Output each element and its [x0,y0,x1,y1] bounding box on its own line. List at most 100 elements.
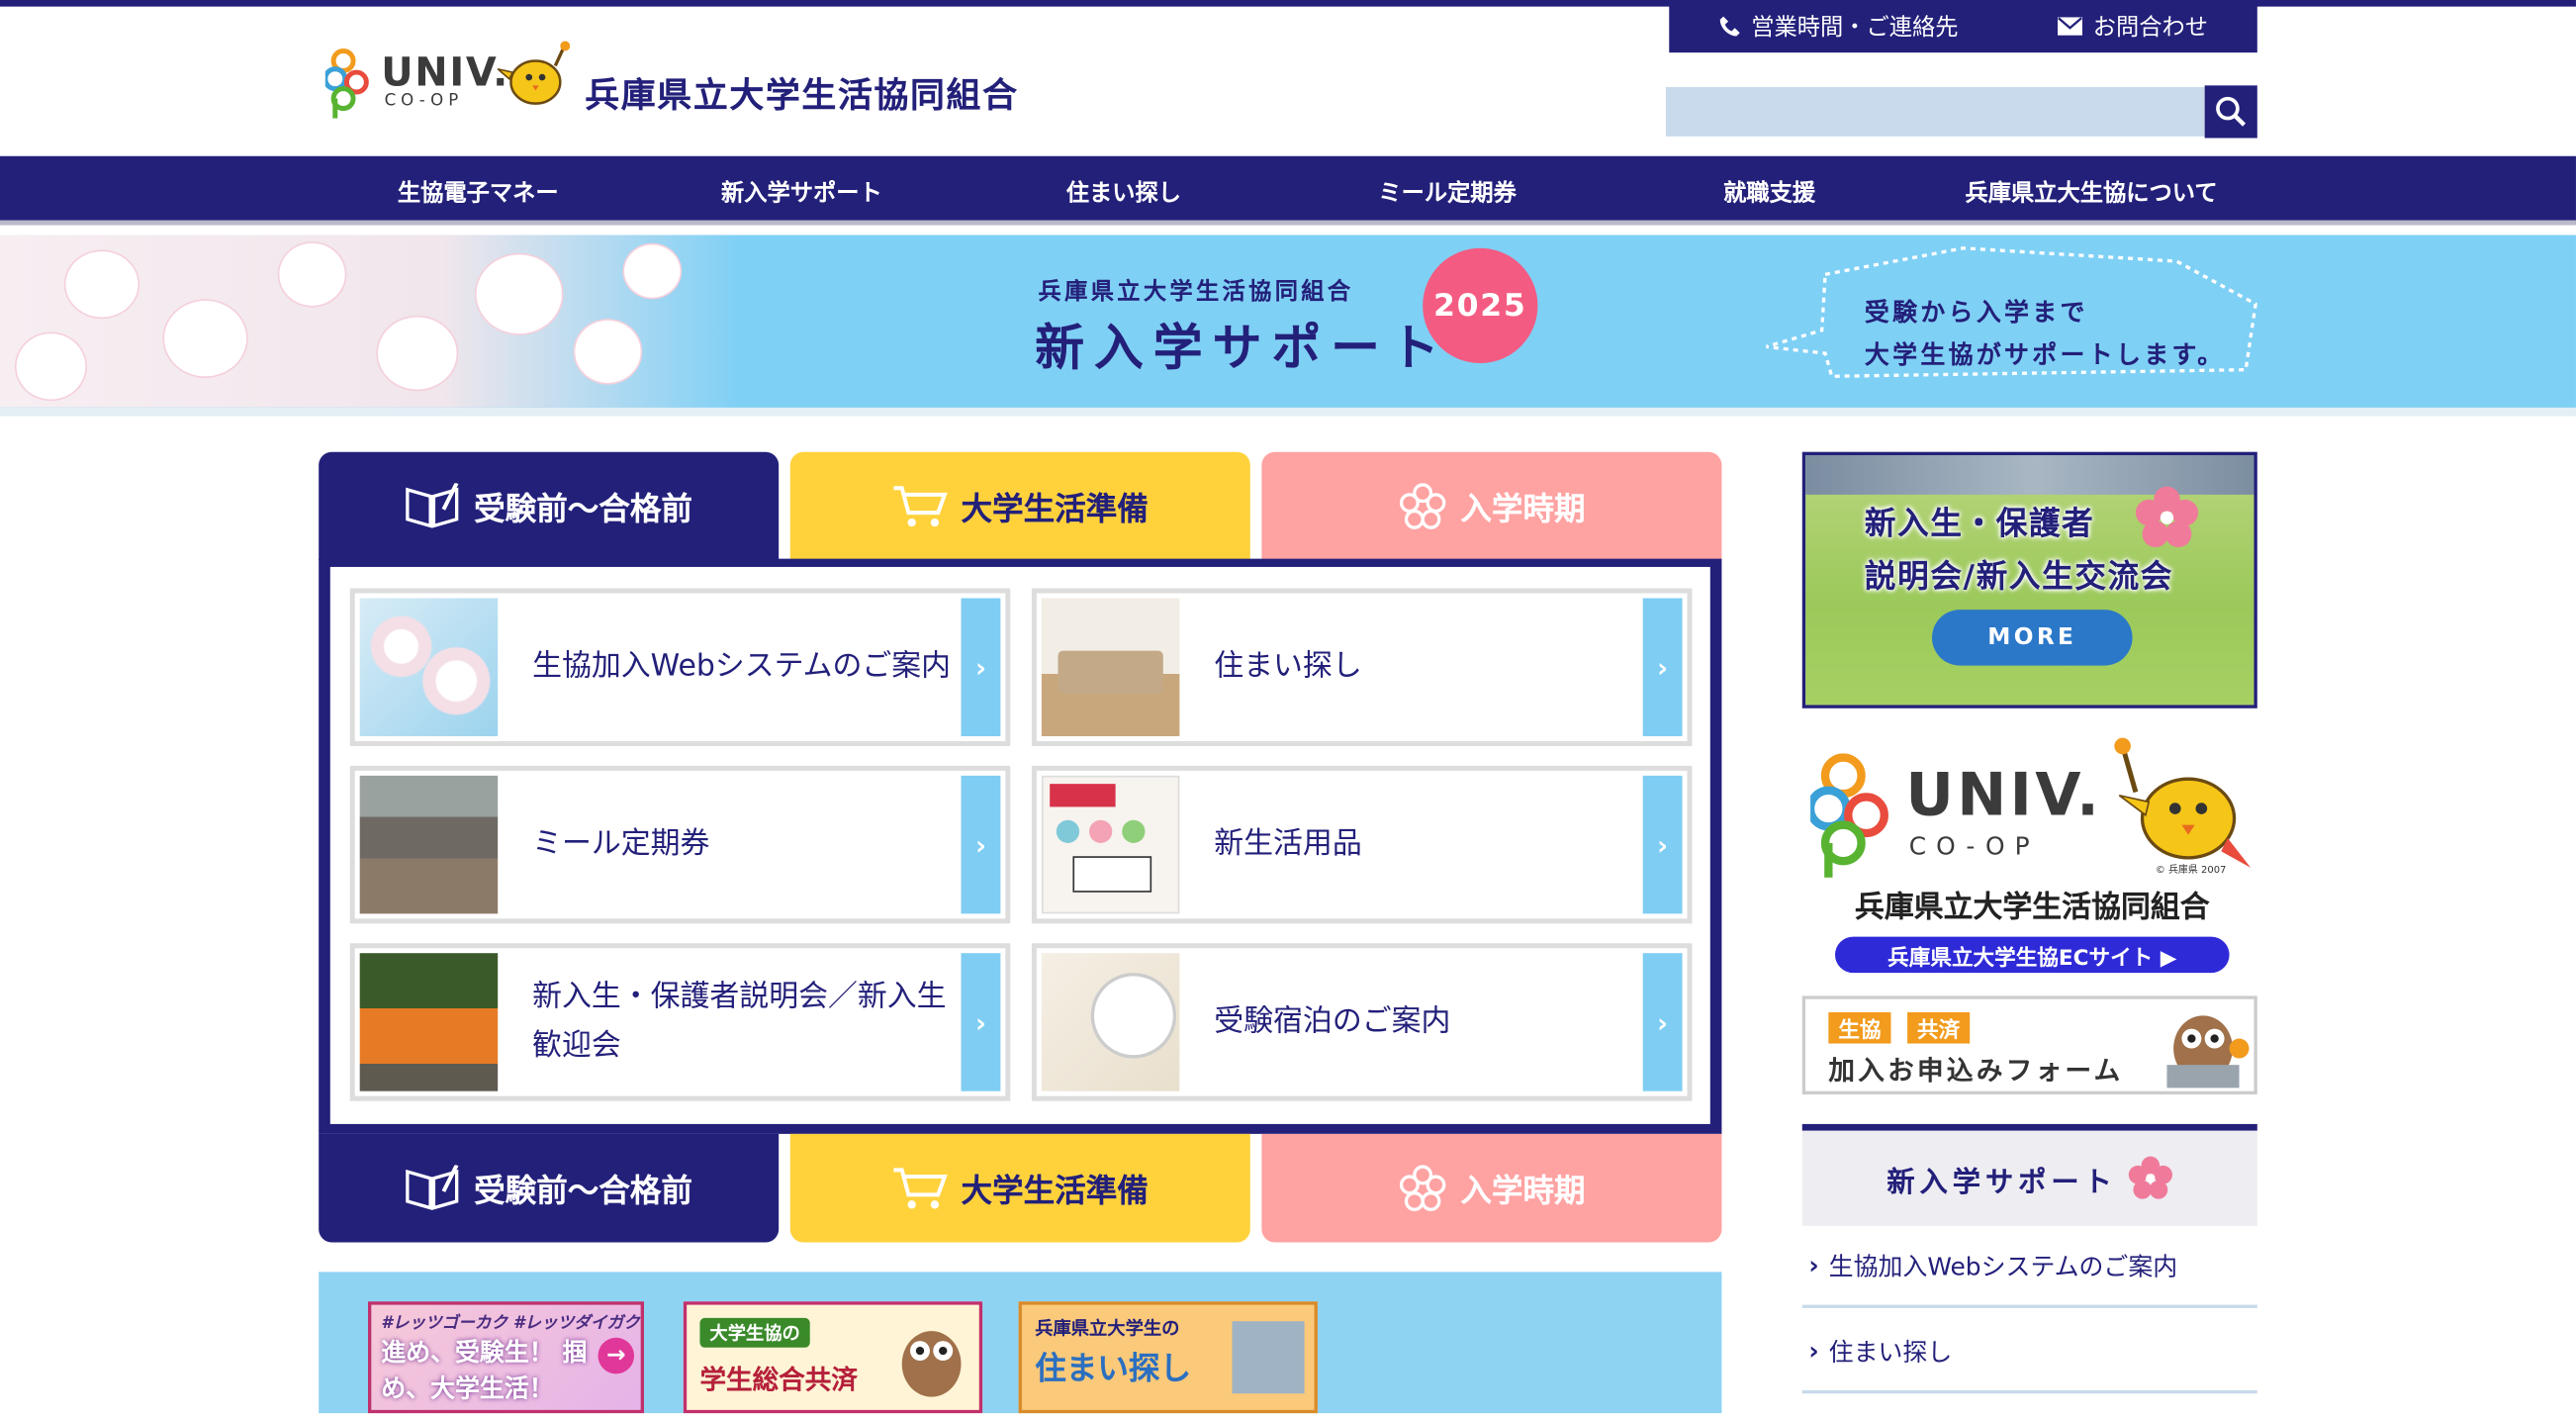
event-line-1: 新入生・保護者 [1864,506,2095,543]
card-label: 受験宿泊のご案内 [1214,1003,1451,1039]
nav-item-meal-pass[interactable]: ミール定期券 [1378,176,1516,209]
mail-icon [2058,17,2082,36]
banner-housing-main: 住まい探し [1035,1351,1192,1387]
event-more-button[interactable]: MORE [1931,610,2133,666]
card-thumb-alarm-clock [1041,953,1180,1091]
business-hours-label: 営業時間・ご連絡先 [1751,14,1959,42]
chevron-right-icon: › [961,953,1001,1091]
shopping-cart-icon [893,1168,948,1209]
category-tabs-bottom: 受験前～合格前 大学生活準備 入学時期 [319,1133,1722,1243]
sidebar-ec-site-banner[interactable]: UNIV. CO-OP © 兵庫県 2007 兵庫県立大学生活協同組合 兵庫県立… [1807,736,2257,976]
card-label: 新生活用品 [1214,826,1362,862]
chevron-right-icon: › [961,598,1001,736]
tab-college-prep-bottom[interactable]: 大学生活準備 [789,1133,1250,1243]
tab-enrollment-label: 入学時期 [1460,490,1586,527]
sakura-icon [2127,1156,2172,1199]
event-line-2: 説明会/新入生交流会 [1864,558,2174,596]
tab-before-exam-bottom[interactable]: 受験前～合格前 [319,1133,780,1243]
banner-mutual-aid[interactable]: 大学生協の 学生総合共済 [683,1301,983,1414]
card-label: 新入生・保護者説明会／新入生歓迎会 [532,979,947,1064]
tab-enrollment-bottom[interactable]: 入学時期 [1261,1133,1722,1243]
hero-banner: 兵庫県立大学生活協同組合 新入学サポート 2025 受験から入学まで 大学生協が… [0,235,2576,417]
card-housing[interactable]: 住まい探し › [1031,588,1693,746]
sidebar-link-label: 住まい探し [1828,1336,1953,1367]
card-new-life-goods[interactable]: 新生活用品 › [1031,765,1693,924]
tab-enrollment-label: 入学時期 [1460,1172,1586,1209]
card-orientation[interactable]: 新入生・保護者説明会／新入生歓迎会 › [349,943,1011,1101]
ec-site-button[interactable]: 兵庫県立大学生協ECサイト ▶ [1835,936,2230,974]
ec-coop-text: CO-OP [1908,831,2040,862]
banner-exam-cheer[interactable]: #レッツゴーカク #レッツダイガク 進め、受験生！ 掴め、大学生活！ → [367,1301,644,1414]
tab-before-exam-label: 受験前～合格前 [474,1172,692,1209]
event-banner-text: 新入生・保護者 説明会/新入生交流会 [1865,498,2173,603]
card-thumb-cherry [359,598,499,736]
ec-copyright: © 兵庫県 2007 [2155,864,2227,877]
tab-college-prep-label: 大学生活準備 [961,1172,1149,1209]
hero-bubble-text: 受験から入学まで 大学生協がサポートします。 [1865,291,2226,376]
banner-exam-cheer-top: #レッツゴーカク #レッツダイガク [381,1314,640,1333]
tab-before-exam[interactable]: 受験前～合格前 [319,451,780,561]
card-thumb-cafeteria [359,775,499,914]
contact-link[interactable]: お問合わせ [2057,10,2208,43]
site-logo[interactable]: UNIV. CO-OP 兵庫県立大学生活協同組合 [324,37,1114,126]
tab-content-panel: 生協加入Webシステムのご案内 › 住まい探し › ミール定期券 › 新生活用品… [319,558,1722,1134]
search-button[interactable] [2204,85,2257,139]
card-exam-lodging[interactable]: 受験宿泊のご案内 › [1031,943,1693,1101]
chevron-right-icon: › [961,775,1001,914]
join-form-label: 加入お申込みフォーム [1828,1055,2124,1087]
sidebar-event-banner[interactable]: 新入生・保護者 説明会/新入生交流会 MORE [1801,451,2257,709]
tab-enrollment[interactable]: 入学時期 [1261,451,1722,561]
coop-rings-icon [1810,753,1888,878]
card-meal-pass[interactable]: ミール定期券 › [349,765,1011,924]
banner-mutual-aid-top: 大学生協の [699,1317,810,1348]
hero-speech-bubble: 受験から入学まで 大学生協がサポートします。 [1766,244,2258,382]
hero-bubble-line-1: 受験から入学まで [1864,297,2088,328]
tab-before-exam-label: 受験前～合格前 [474,490,692,527]
card-label: 住まい探し [1214,648,1362,684]
hero-bubble-line-2: 大学生協がサポートします。 [1864,339,2226,370]
join-tag-aid: 共済 [1907,1011,1971,1044]
arrow-right-icon: → [598,1337,635,1374]
site-search [1665,85,2257,139]
sidebar-nav-heading-text: 新入学サポート [1886,1166,2117,1199]
card-thumb-sofa [1041,598,1180,736]
tab-college-prep[interactable]: 大学生活準備 [789,451,1250,561]
banner-exam-cheer-main: 進め、受験生！ 掴め、大学生活！ [381,1337,588,1404]
banner-mutual-aid-main: 学生総合共済 [699,1364,858,1395]
logo-univ-text: UNIV. [381,48,509,96]
promo-banners: #レッツゴーカク #レッツダイガク 進め、受験生！ 掴め、大学生活！ → 大学生… [319,1272,1722,1414]
card-thumb-orange-group [359,953,499,1091]
hero-title: 新入学サポート [1035,320,1449,378]
nav-item-e-money[interactable]: 生協電子マネー [398,176,559,209]
nav-item-career[interactable]: 就職支援 [1723,176,1815,209]
tab-college-prep-label: 大学生活準備 [961,490,1149,527]
logo-coop-text: CO-OP [384,91,464,111]
sidebar-link-membership-web[interactable]: › 生協加入Webシステムのご案内 [1801,1226,2257,1308]
global-nav: 生協電子マネー 新入学サポート 住まい探し ミール定期券 就職支援 兵庫県立大生… [0,155,2576,226]
open-book-icon [406,1165,460,1210]
chevron-right-icon: › [1642,953,1683,1091]
banner-housing-search[interactable]: 兵庫県立大学生の 住まい探し [1018,1301,1318,1414]
nav-item-new-students[interactable]: 新入学サポート [721,176,882,209]
ec-univ-text: UNIV. [1905,762,2103,830]
mascot-bird-icon [497,41,571,105]
card-label: 生協加入Webシステムのご案内 [532,648,952,684]
card-membership-web[interactable]: 生協加入Webシステムのご案内 › [349,588,1011,746]
coop-rings-icon [324,47,369,119]
sidebar-nav-heading: 新入学サポート [1801,1123,2257,1226]
mascot-bird-icon [2114,737,2252,868]
join-tag-coop: 生協 [1828,1011,1891,1044]
cherry-blossom-icon [1399,1165,1446,1211]
contact-label: お問合わせ [2092,14,2208,42]
sidebar-link-housing[interactable]: › 住まい探し [1801,1311,2257,1394]
chevron-right-icon: › [1808,1250,1819,1280]
search-input[interactable] [1665,87,2205,137]
sidebar-join-form-banner[interactable]: 生協 共済 加入お申込みフォーム [1801,995,2257,1095]
category-tabs-top: 受験前～合格前 大学生活準備 入学時期 [319,451,1722,561]
business-hours-link[interactable]: 営業時間・ご連絡先 [1718,10,1959,43]
nav-item-about[interactable]: 兵庫県立大生協について [1966,176,2218,209]
nav-item-housing[interactable]: 住まい探し [1066,176,1181,209]
hero-subtitle: 兵庫県立大学生活協同組合 [1038,279,1354,306]
org-name: 兵庫県立大学生活協同組合 [585,75,1019,116]
banner-housing-top: 兵庫県立大学生の [1035,1317,1180,1340]
